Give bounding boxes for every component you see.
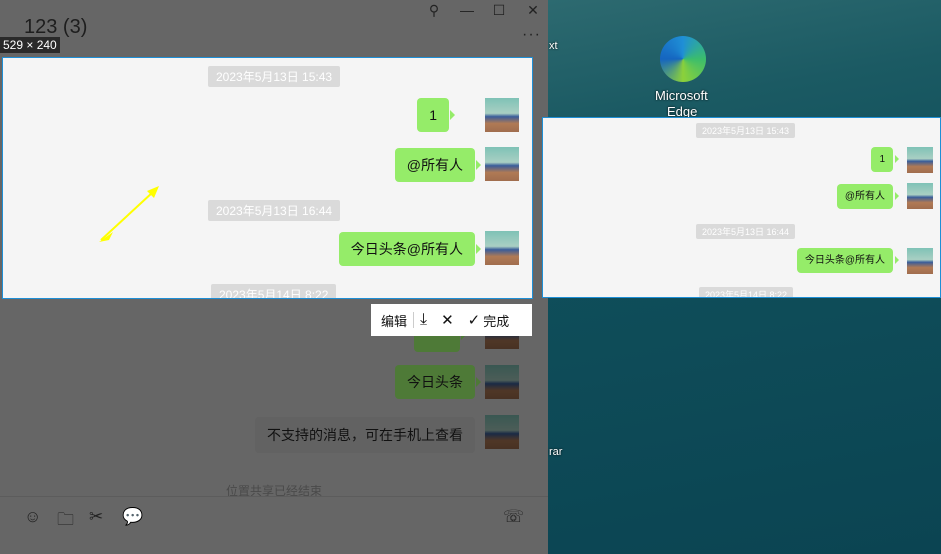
cancel-icon[interactable]: ✕	[441, 311, 454, 329]
screenshot-toolbar: 编辑 ⤓ ✕ ✓ 完成	[371, 304, 532, 336]
folder-icon[interactable]: 🗀	[57, 507, 74, 536]
avatar[interactable]	[485, 365, 519, 399]
timestamp: 2023年5月13日 15:43	[696, 123, 796, 138]
message-bubble: @所有人	[836, 184, 900, 209]
download-icon[interactable]: ⤓	[420, 311, 427, 329]
avatar	[907, 248, 933, 274]
desktop-rar-label[interactable]: rar	[549, 446, 562, 458]
divider	[413, 312, 415, 328]
message-bubble[interactable]: 不支持的消息，可在手机上查看	[255, 417, 475, 453]
scissors-icon[interactable]: ✂	[89, 507, 103, 527]
check-icon[interactable]: ✓	[468, 311, 481, 329]
avatar	[907, 183, 933, 209]
message-bubble[interactable]: 今日头条	[395, 365, 481, 399]
done-button[interactable]: 完成	[483, 311, 509, 330]
input-toolbar: ☺ 🗀 ✂ 💬 ☏	[0, 496, 548, 554]
selection-size-label: 529 × 240	[0, 37, 60, 53]
chat-title: 123 (3)	[24, 16, 88, 38]
timestamp: 2023年5月13日 16:44	[696, 224, 796, 239]
arrow-annotation[interactable]	[3, 58, 533, 299]
avatar	[907, 147, 933, 173]
more-options-icon[interactable]: ···	[522, 26, 541, 44]
emoji-icon[interactable]: ☺	[24, 507, 41, 527]
voice-call-icon[interactable]: ☏	[503, 507, 524, 527]
chat-history-icon[interactable]: 💬	[122, 507, 143, 527]
minimize-button[interactable]: —	[457, 2, 477, 18]
edge-label-1[interactable]: Microsoft	[655, 88, 708, 103]
screenshot-selection[interactable]: 2023年5月13日 15:43 1 @所有人 2023年5月13日 16:44…	[2, 57, 533, 299]
message-bubble: 今日头条@所有人	[796, 248, 900, 273]
edit-button[interactable]: 编辑	[381, 311, 407, 330]
timestamp: 2023年5月14日 8:22	[699, 287, 794, 297]
message-bubble: 1	[871, 147, 899, 172]
avatar[interactable]	[485, 415, 519, 449]
pin-icon[interactable]: ⚲	[424, 2, 444, 19]
maximize-button[interactable]: ☐	[489, 2, 509, 19]
close-button[interactable]: ✕	[523, 2, 543, 19]
screenshot-preview: 2023年5月13日 15:43 1 @所有人 2023年5月13日 16:44…	[542, 117, 941, 298]
edge-icon[interactable]	[660, 36, 706, 82]
desktop-txt-label[interactable]: xt	[549, 40, 558, 52]
